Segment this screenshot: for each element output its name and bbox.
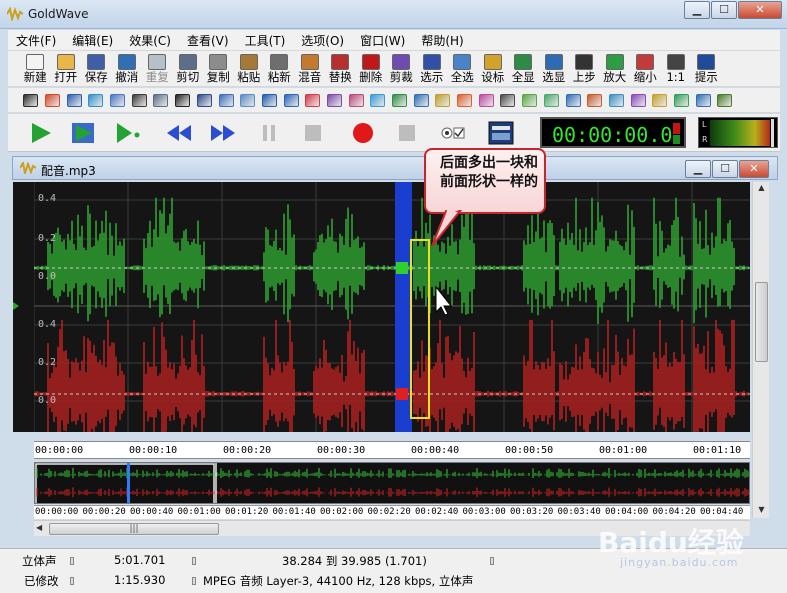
mouse-cursor-icon: [435, 285, 453, 316]
status-position: 1:15.930: [114, 573, 166, 587]
baidu-watermark-url: jingyan.baidu.com: [620, 556, 739, 569]
status-separator: [70, 577, 74, 585]
status-length: 5:01.701: [114, 553, 166, 567]
status-modified: 已修改: [24, 574, 59, 588]
annotation-overlay: [410, 210, 463, 419]
status-separator: [490, 557, 494, 565]
status-separator: [192, 577, 196, 585]
status-format: MPEG 音频 Layer-3, 44100 Hz, 128 kbps, 立体声: [203, 574, 474, 588]
status-channel-mode: 立体声: [22, 554, 57, 568]
annotation-box: [410, 239, 430, 419]
baidu-watermark: Baidu经验: [598, 526, 744, 559]
status-separator: [192, 557, 196, 565]
status-separator: [70, 557, 74, 565]
status-selection: 38.284 到 39.985 (1.701): [282, 554, 427, 568]
callout-pointer: [431, 210, 463, 247]
